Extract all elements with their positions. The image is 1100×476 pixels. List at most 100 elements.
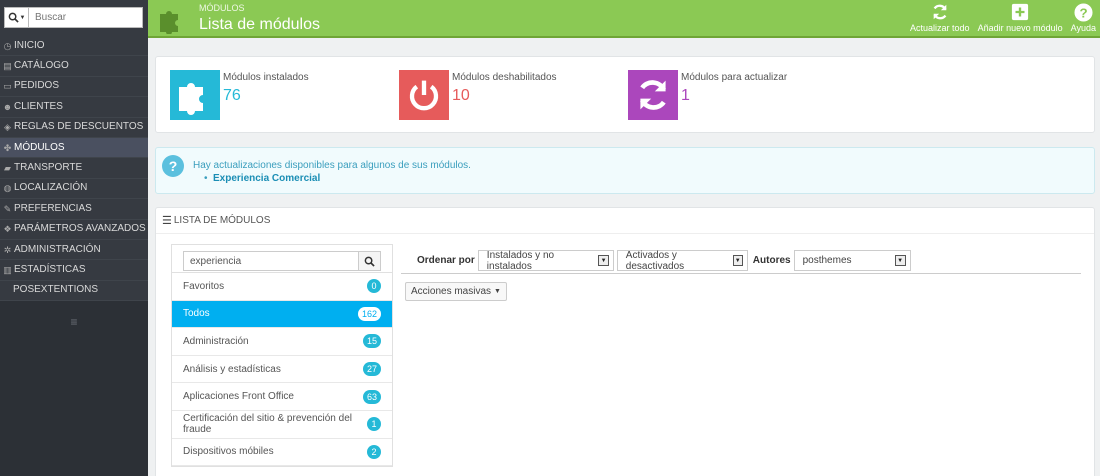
category-name: Certificación del sitio & prevención del…	[183, 413, 352, 436]
sidebar-item-pedidos[interactable]: ▭ PEDIDOS	[0, 76, 148, 98]
sidebar-item-estadisticas[interactable]: ▥ ESTADÍSTICAS	[0, 260, 148, 281]
sidebar-item-clientes[interactable]: ☻ CLIENTES	[0, 97, 148, 118]
sidebar-item-label: TRANSPORTE	[14, 162, 83, 174]
sidebar-item-catalogo[interactable]: ▤ CATÁLOGO	[0, 56, 148, 77]
category-item[interactable]: Análisis y estadísticas 27	[172, 356, 392, 384]
menu-collapse-icon[interactable]: ≡	[0, 315, 148, 329]
puzzle-icon	[170, 70, 220, 120]
category-name: Aplicaciones Front Office	[183, 391, 294, 403]
book-icon: ▤	[3, 61, 12, 72]
modules-heading-text: LISTA DE MÓDULOS	[173, 215, 271, 226]
kpi-disabled[interactable]: Módulos deshabilitados 10	[399, 70, 557, 120]
category-name: Dispositivos móbiles	[183, 446, 274, 458]
bar-chart-icon: ▥	[3, 265, 12, 275]
order-label: Ordenar por	[417, 255, 475, 266]
category-item[interactable]: Favoritos 0	[172, 273, 392, 301]
power-icon	[399, 70, 449, 120]
question-icon: ?	[162, 155, 184, 177]
sidebar-search-input[interactable]	[28, 7, 143, 28]
sidebar-nav: ◷ INICIO ▤ CATÁLOGO ▭ PEDIDOS ☻ CLIENTES ◈ REGLAS…	[0, 36, 148, 302]
category-count-badge: 0	[367, 279, 381, 294]
plus-square-icon	[1010, 2, 1030, 22]
sidebar-item-administracion[interactable]: ✲ ADMINISTRACIÓN	[0, 239, 148, 261]
module-search-input[interactable]	[183, 251, 359, 271]
sidebar-item-transporte[interactable]: ▰ TRANSPORTE	[0, 158, 148, 179]
category-item[interactable]: Administración 15	[172, 328, 392, 356]
help-circle-icon: ?	[1073, 2, 1093, 22]
sidebar-item-label: INICIO	[14, 39, 45, 51]
update-all-button[interactable]: Actualizar todo	[906, 0, 974, 38]
sidebar-item-label: PEDIDOS	[14, 80, 60, 92]
installed-filter-select[interactable]: Instalados y no instalados ▼	[477, 250, 614, 272]
sidebar-item-label: LOCALIZACIÓN	[14, 182, 88, 194]
chevron-down-icon: ▼	[894, 255, 906, 266]
sidebar-item-label: PREFERENCIAS	[14, 202, 92, 214]
add-module-label: Añadir nuevo módulo	[977, 23, 1063, 33]
globe-icon: ◍	[3, 183, 12, 194]
alert-module-link[interactable]: Experiencia Comercial	[204, 173, 320, 184]
sidebar-item-label: ADMINISTRACIÓN	[14, 243, 101, 255]
sidebar-item-preferencias[interactable]: ✎ PREFERENCIAS	[0, 199, 148, 220]
svg-text:?: ?	[1079, 5, 1087, 20]
wrench-icon: ✎	[3, 203, 12, 214]
sidebar-item-parametros-avanzados[interactable]: ❖ PARÁMETROS AVANZADOS	[0, 219, 148, 240]
category-item[interactable]: Certificación del sitio & prevención del…	[172, 411, 392, 439]
page-title: Lista de módulos	[199, 16, 320, 33]
category-name: Administración	[183, 335, 249, 347]
sidebar-item-reglas-de-descuentos[interactable]: ◈ REGLAS DE DESCUENTOS	[0, 117, 148, 138]
puzzle-icon	[160, 11, 178, 34]
add-module-button[interactable]: Añadir nuevo módulo	[974, 0, 1067, 38]
breadcrumb[interactable]: MÓDULOS	[199, 3, 245, 13]
kpi-value: 1	[681, 87, 690, 104]
category-name: Favoritos	[183, 280, 225, 292]
dashboard-icon: ◷	[3, 40, 12, 51]
sidebar-item-modulos[interactable]: ✤ MÓDULOS	[0, 137, 148, 159]
update-alert: ? Hay actualizaciones disponibles para a…	[155, 147, 1095, 194]
sidebar-item-label: CATÁLOGO	[14, 60, 69, 72]
bulk-actions-button[interactable]: Acciones masivas ▼	[405, 282, 507, 301]
module-search	[171, 244, 393, 272]
refresh-icon	[628, 70, 678, 120]
sidebar-item-label: REGLAS DE DESCUENTOS	[14, 121, 144, 133]
module-search-button[interactable]	[359, 251, 381, 271]
puzzle-icon: ✤	[3, 142, 12, 153]
sidebar-item-label: ESTADÍSTICAS	[14, 264, 86, 275]
sidebar-item-inicio[interactable]: ◷ INICIO	[0, 36, 148, 57]
kpi-label: Módulos instalados	[223, 72, 309, 83]
search-icon	[364, 256, 375, 267]
update-all-label: Actualizar todo	[910, 23, 970, 33]
bulk-actions-label: Acciones masivas	[411, 286, 492, 297]
kpi-value: 10	[452, 87, 470, 104]
caret-down-icon: ▼	[494, 288, 501, 295]
tag-icon: ◈	[4, 122, 11, 133]
category-count-badge: 15	[362, 334, 381, 349]
help-label: Ayuda	[1070, 23, 1096, 33]
author-filter-select[interactable]: posthemes ▼	[793, 250, 911, 271]
sidebar: ▼ ◷INICIO▤CATÁLOGO▭PEDIDOS☻CLIENTES◈REGL…	[0, 0, 148, 476]
category-list: Favoritos 0 Todos 162 Administración 15 Anális…	[171, 272, 393, 468]
kpi-to-update[interactable]: Módulos para actualizar 1	[628, 70, 787, 120]
authors-label: Autores	[752, 255, 791, 266]
category-count-badge: 63	[362, 389, 381, 404]
sidebar-search: ▼	[0, 0, 148, 36]
cubes-icon: ❖	[3, 224, 12, 235]
sidebar-item-label: PARÁMETROS AVANZADOS	[14, 223, 146, 235]
kpi-installed[interactable]: Módulos instalados 76	[170, 70, 309, 120]
kpi-label: Módulos para actualizar	[681, 72, 788, 83]
search-type-button[interactable]: ▼	[4, 7, 28, 28]
refresh-icon	[930, 2, 950, 22]
category-item[interactable]: Todos 162	[172, 300, 392, 329]
kpi-panel: Módulos instalados 76 Módulos deshabilit…	[155, 56, 1095, 133]
cog-icon: ✲	[3, 244, 12, 255]
category-item[interactable]: Aplicaciones Front Office 63	[172, 383, 392, 411]
sidebar-item-label: MÓDULOS	[14, 141, 65, 153]
search-icon	[8, 12, 19, 23]
category-item[interactable]: Dispositivos móbiles 2	[172, 439, 392, 467]
chevron-down-icon: ▼	[19, 14, 26, 21]
enabled-filter-select[interactable]: Activados y desactivados ▼	[616, 250, 748, 272]
help-button[interactable]: ? Ayuda	[1067, 0, 1100, 38]
sidebar-item-localizacion[interactable]: ◍ LOCALIZACIÓN	[0, 178, 148, 200]
list-icon: ☰	[162, 215, 172, 227]
header-actions: Actualizar todo Añadir nuevo módulo ? Ay…	[906, 0, 1100, 38]
sidebar-item-posextentions[interactable]: POSEXTENTIONS	[0, 280, 148, 302]
